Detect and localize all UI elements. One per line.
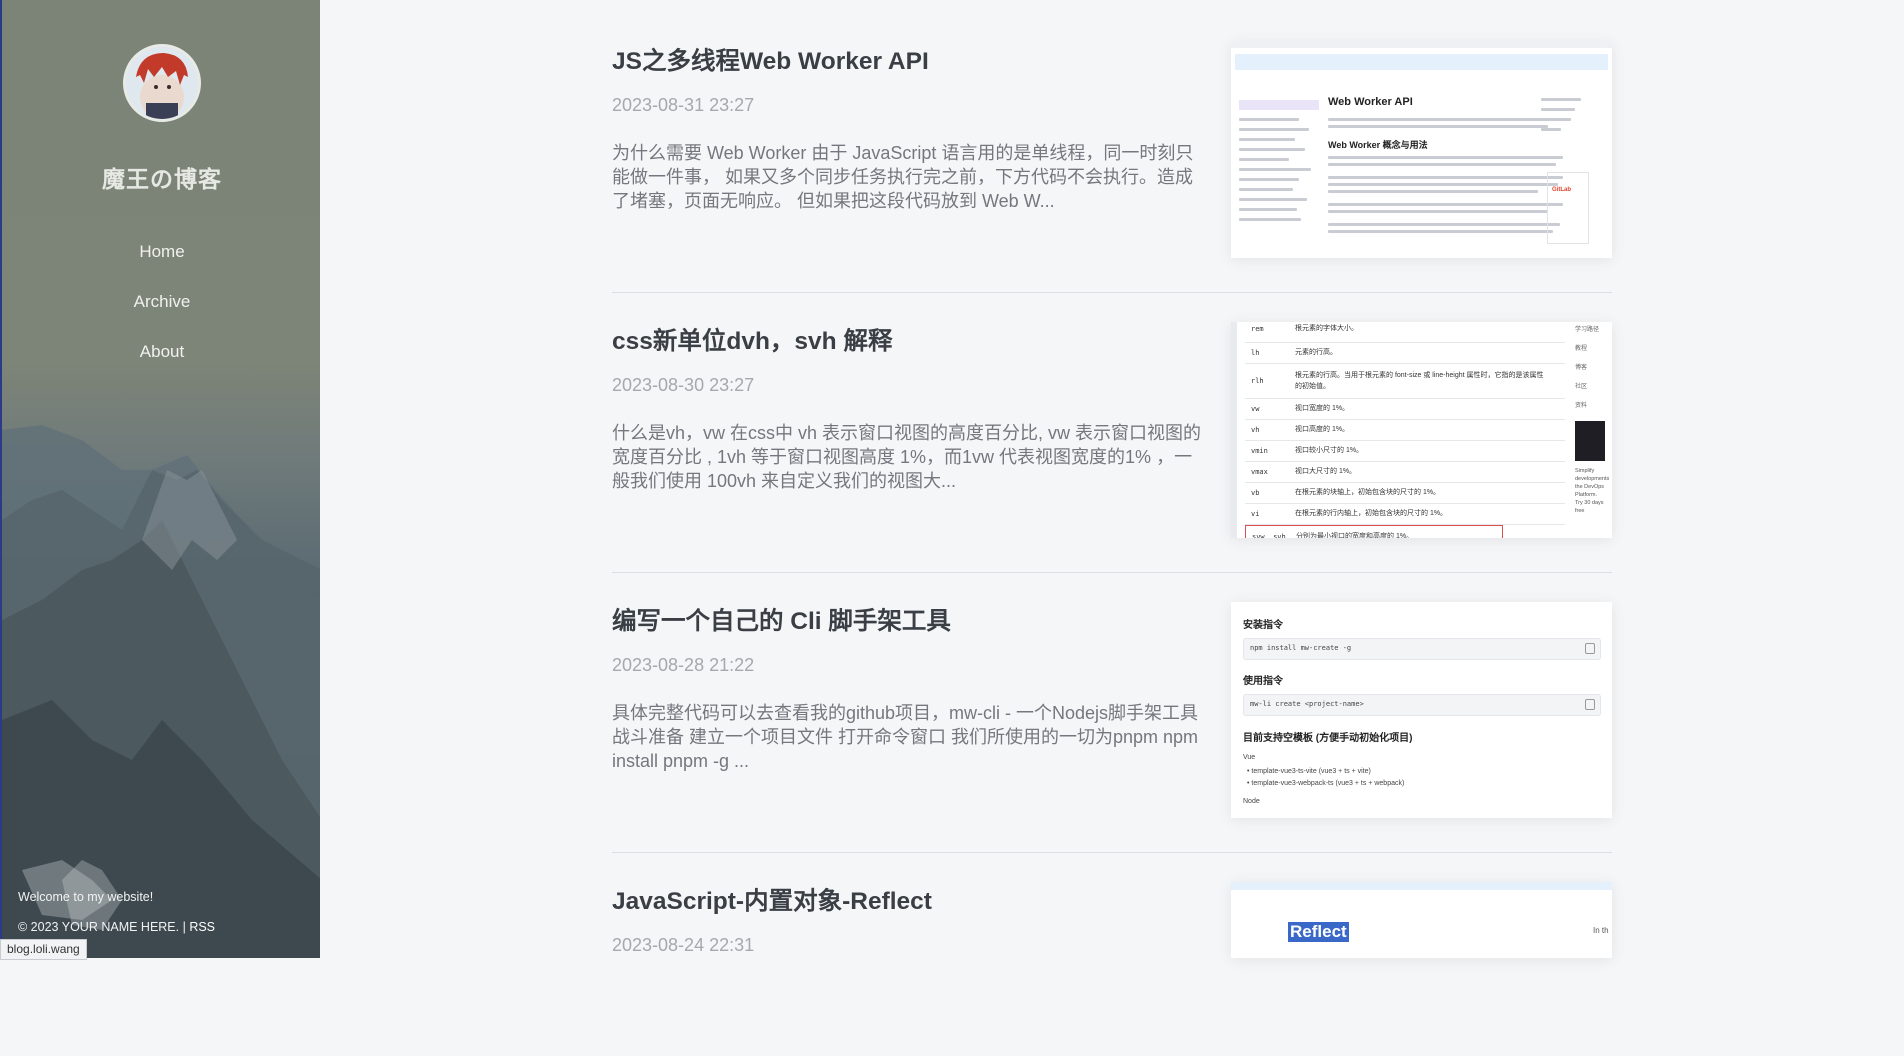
thumb-use-heading: 使用指令	[1243, 676, 1283, 687]
post-list: JS之多线程Web Worker API 2023-08-31 23:27 为什…	[612, 0, 1612, 958]
thumb-ad: GitLab	[1547, 172, 1589, 244]
blog-title[interactable]: 魔王の博客	[2, 160, 320, 194]
thumb-templates-heading: 目前支持空模板 (方便手动初始化项目)	[1243, 733, 1413, 744]
post-excerpt: 什么是vh，vw 在css中 vh 表示窗口视图的高度百分比, vw 表示窗口视…	[612, 423, 1202, 491]
nav-home[interactable]: Home	[2, 240, 320, 290]
gitlab-logo: GitLab	[1552, 187, 1571, 193]
thumb-use-code: mw-li create <project-name>	[1243, 694, 1601, 716]
nav-about[interactable]: About	[2, 340, 320, 390]
post-item: JS之多线程Web Worker API 2023-08-31 23:27 为什…	[612, 0, 1612, 258]
post-thumbnail[interactable]: Web Worker API Web Worker 概念与用法 GitLab	[1231, 42, 1612, 258]
gitlab-ad-icon	[1575, 421, 1605, 461]
post-title[interactable]: JS之多线程Web Worker API	[612, 42, 1212, 77]
post-thumbnail[interactable]: Reflect In th	[1231, 882, 1612, 958]
footer-copyright: © 2023 YOUR NAME HERE. | RSS	[18, 920, 215, 934]
sidebar: 魔王の博客 Home Archive About Welcome to my w…	[0, 0, 320, 958]
avatar-image	[126, 47, 198, 119]
thumb-heading: Web Worker API	[1328, 96, 1413, 108]
copy-icon	[1585, 643, 1595, 654]
copyright-text: © 2023 YOUR NAME HERE. |	[18, 920, 190, 934]
post-date: 2023-08-24 22:31	[612, 935, 755, 955]
thumb-topbar	[1231, 42, 1612, 48]
rss-link[interactable]: RSS	[189, 920, 215, 934]
copy-icon	[1585, 699, 1595, 710]
thumb-install-heading: 安装指令	[1243, 620, 1283, 631]
main-nav: Home Archive About	[2, 240, 320, 390]
post-item: css新单位dvh，svh 解释 2023-08-30 23:27 什么是vh，…	[612, 280, 1612, 538]
avatar[interactable]	[123, 44, 201, 122]
post-excerpt: 具体完整代码可以去查看我的github项目，mw-cli - 一个Nodejs脚…	[612, 703, 1199, 771]
thumb-subheading: Web Worker 概念与用法	[1328, 140, 1428, 150]
thumb-install-code: npm install mw-create -g	[1243, 638, 1601, 660]
thumb-highlight: Reflect	[1288, 922, 1349, 942]
post-date: 2023-08-31 23:27	[612, 95, 755, 115]
post-item: 编写一个自己的 Cli 脚手架工具 2023-08-28 21:22 具体完整代…	[612, 560, 1612, 818]
post-thumbnail[interactable]: 安装指令 npm install mw-create -g 使用指令 mw-li…	[1231, 602, 1612, 818]
post-excerpt: 为什么需要 Web Worker 由于 JavaScript 语言用的是单线程，…	[612, 143, 1194, 211]
nav-archive[interactable]: Archive	[2, 290, 320, 340]
thumb-notice	[1235, 54, 1608, 70]
post-title[interactable]: 编写一个自己的 Cli 脚手架工具	[612, 602, 1212, 637]
sidebar-background-image	[2, 425, 320, 958]
post-date: 2023-08-28 21:22	[612, 655, 755, 675]
post-date: 2023-08-30 23:27	[612, 375, 755, 395]
post-title[interactable]: css新单位dvh，svh 解释	[612, 322, 1212, 357]
post-title[interactable]: JavaScript-内置对象-Reflect	[612, 882, 1212, 917]
welcome-text: Welcome to my website!	[18, 890, 154, 904]
status-bar-url: blog.loli.wang	[0, 939, 87, 960]
thumb-side-nav: 学习路径 教程 博客 社区 资料 Simplify developments t…	[1575, 327, 1610, 514]
thumb-nav-active	[1239, 100, 1319, 110]
post-thumbnail[interactable]: rem 根元素的字体大小。 lh 元素的行高。 rlh 根元素的行高。当用于根元素的 …	[1231, 322, 1612, 538]
thumb-unit-table: rem 根元素的字体大小。 lh 元素的行高。 rlh 根元素的行高。当用于根元素的 …	[1245, 322, 1565, 538]
post-item: JavaScript-内置对象-Reflect 2023-08-24 22:31…	[612, 840, 1612, 1056]
